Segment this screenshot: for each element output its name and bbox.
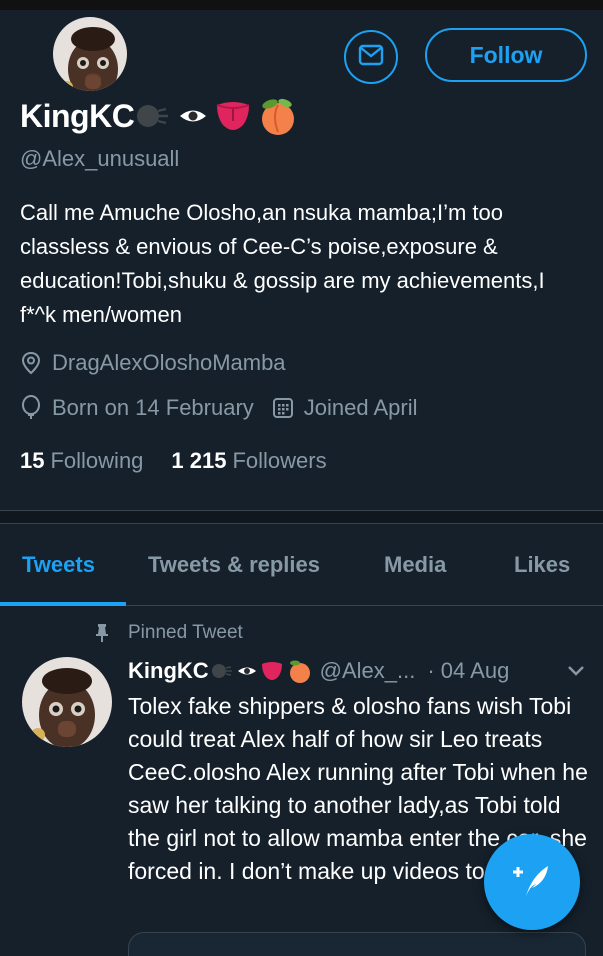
profile-name-row: KingKC [20,96,300,136]
message-button[interactable] [344,30,398,84]
tab-tweets-replies[interactable]: Tweets & replies [148,552,320,578]
follow-button[interactable]: Follow [425,28,587,82]
pinned-tweet-label: Pinned Tweet [92,622,243,644]
peach-emoji [286,658,314,684]
tweet-date: · 04 Aug [427,658,510,683]
tab-likes[interactable]: Likes [514,552,570,578]
following-label: Following [50,448,144,473]
profile-dates: Born on 14 February Joined April [20,395,418,421]
profile-bio: Call me Amuche Olosho,an nsuka mamba;I’m… [20,200,545,327]
tweet-header: KingKC @Alex_... · 04 Aug [128,658,509,684]
pin-icon [92,623,112,643]
tongue-emoji [260,660,284,682]
tweet-media-card[interactable] [128,932,586,956]
peach-emoji [256,96,300,136]
profile-name: KingKC [20,97,135,134]
follow-counts: 15 Following 1 215 Followers [20,448,355,474]
speaking-head-emoji [211,661,233,681]
followers-label: Followers [232,448,327,473]
active-tab-indicator [0,602,126,606]
tab-tweets[interactable]: Tweets [22,552,95,578]
followers-link[interactable]: 1 215 Followers [171,448,326,474]
speaking-head-emoji [136,101,172,131]
tab-media[interactable]: Media [384,552,446,578]
tongue-emoji [214,99,252,133]
joined-date: Joined April [272,395,418,421]
tweet-author-avatar[interactable] [22,657,112,747]
followers-count: 1 215 [171,448,227,473]
chevron-down-icon[interactable] [566,664,586,683]
tweet-author-name[interactable]: KingKC [128,658,209,684]
compose-feather-icon [510,858,554,907]
location-text: DragAlexOloshoMamba [52,350,286,375]
calendar-icon [272,397,294,419]
pinned-text: Pinned Tweet [128,622,243,643]
profile-avatar[interactable] [50,14,130,94]
eye-emoji [237,665,257,677]
birthday-balloon-icon [20,395,42,421]
following-count: 15 [20,448,45,473]
following-link[interactable]: 15 Following [20,448,143,474]
eye-emoji [178,107,208,125]
profile-tabs: Tweets Tweets & replies Media Likes [0,524,603,606]
tweet-author-handle: @Alex_... [319,658,416,683]
compose-tweet-button[interactable] [484,834,580,930]
section-divider [0,510,603,524]
status-bar [0,0,603,10]
profile-location: DragAlexOloshoMamba [20,350,286,376]
birthday-text: Born on 14 February [52,395,254,420]
joined-text: Joined April [303,395,418,420]
location-icon [20,351,42,375]
profile-handle: @Alex_unusuall [20,146,180,171]
mail-icon [358,44,384,71]
